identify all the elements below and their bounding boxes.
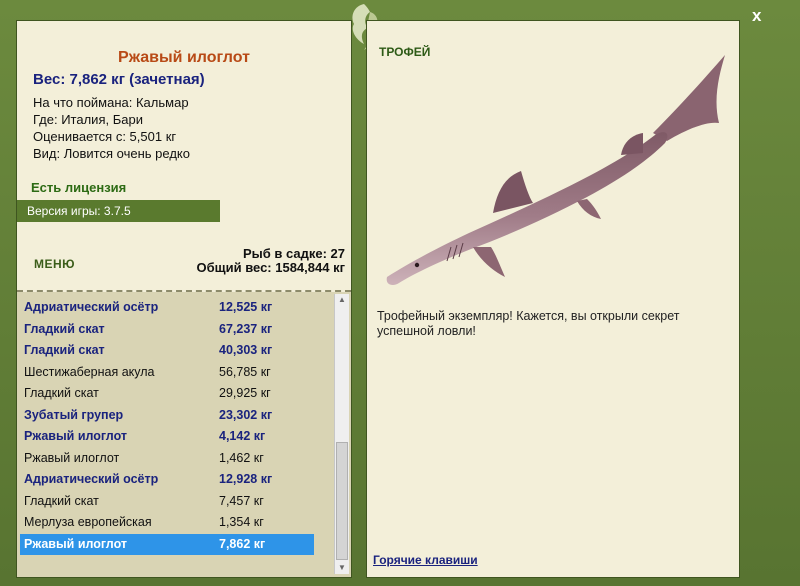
trophy-panel: ТРОФЕЙ Трофейный экземпляр! Кажется, вы … bbox=[366, 20, 740, 578]
hotkeys-link[interactable]: Горячие клавиши bbox=[373, 553, 478, 567]
fish-name: Гладкий скат bbox=[24, 386, 99, 400]
fish-name: Адриатический осётр bbox=[24, 300, 159, 314]
game-version: Версия игры: 3.7.5 bbox=[17, 200, 220, 222]
fish-name: Гладкий скат bbox=[24, 493, 99, 508]
list-item[interactable]: Шестижаберная акула 56,785 кг bbox=[20, 362, 314, 383]
fish-name: Шестижаберная акула bbox=[24, 364, 155, 379]
list-item[interactable]: Гладкий скат 7,457 кг bbox=[20, 491, 314, 512]
fish-name: Ржавый илоглот bbox=[24, 429, 128, 443]
catch-list: Адриатический осётр 12,525 кг Гладкий скат… bbox=[17, 292, 351, 577]
keeper-summary: Рыб в садке: 27 Общий вес: 1584,844 кг bbox=[196, 247, 345, 275]
list-item[interactable]: Гладкий скат 67,237 кг bbox=[20, 319, 314, 340]
fish-weight-value: 1,462 кг bbox=[219, 450, 264, 465]
fish-name: Гладкий скат bbox=[24, 343, 105, 357]
scroll-thumb[interactable] bbox=[336, 442, 348, 560]
list-item[interactable]: Зубатый групер 23,302 кг bbox=[20, 405, 314, 426]
fish-name: Гладкий скат bbox=[24, 321, 105, 336]
fish-weight-value: 1,354 кг bbox=[219, 515, 264, 529]
fish-weight: Вес: 7,862 кг (зачетная) bbox=[33, 71, 205, 88]
fish-weight-value: 4,142 кг bbox=[219, 429, 266, 443]
bait-info: На что поймана: Кальмар bbox=[33, 95, 189, 110]
fish-name: Ржавый илоглот bbox=[24, 536, 128, 551]
fish-name: Мерлуза европейская bbox=[24, 515, 152, 529]
list-item[interactable]: Ржавый илоглот 7,862 кг bbox=[20, 533, 314, 555]
fish-name: Адриатический осётр bbox=[24, 472, 159, 486]
fish-weight-value: 7,457 кг bbox=[219, 493, 264, 508]
list-item[interactable]: Ржавый илоглот 1,462 кг bbox=[20, 448, 314, 469]
rarity-info: Вид: Ловится очень редко bbox=[33, 146, 190, 161]
close-button[interactable]: x bbox=[752, 6, 761, 26]
scroll-up-icon[interactable]: ▲ bbox=[335, 294, 349, 306]
list-item[interactable]: Мерлуза европейская 1,354 кг bbox=[20, 512, 314, 533]
list-item[interactable]: Гладкий скат 40,303 кг bbox=[20, 340, 314, 361]
scroll-down-icon[interactable]: ▼ bbox=[335, 562, 349, 574]
fish-weight-value: 67,237 кг bbox=[219, 321, 273, 336]
fish-weight-value: 29,925 кг bbox=[219, 386, 271, 400]
fish-info-panel: Ржавый илоглот Вес: 7,862 кг (зачетная) … bbox=[16, 20, 352, 578]
keeper-total-weight: Общий вес: 1584,844 кг bbox=[196, 260, 345, 275]
list-item[interactable]: Гладкий скат 29,925 кг bbox=[20, 383, 314, 404]
fish-weight-value: 56,785 кг bbox=[219, 364, 271, 379]
fish-title: Ржавый илоглот bbox=[118, 49, 250, 66]
shark-image bbox=[386, 55, 725, 285]
valuation-info: Оценивается с: 5,501 кг bbox=[33, 129, 177, 144]
fish-weight-value: 40,303 кг bbox=[219, 343, 273, 357]
list-item[interactable]: Адриатический осётр 12,525 кг bbox=[20, 297, 314, 318]
scrollbar[interactable]: ▲ ▼ bbox=[334, 294, 349, 574]
fish-weight-value: 7,862 кг bbox=[219, 536, 266, 551]
list-item[interactable]: Ржавый илоглот 4,142 кг bbox=[20, 426, 314, 447]
keeper-count: Рыб в садке: 27 bbox=[242, 246, 345, 261]
location-info: Где: Италия, Бари bbox=[33, 112, 143, 127]
menu-button[interactable]: МЕНЮ bbox=[34, 257, 75, 271]
fish-name: Зубатый групер bbox=[24, 407, 124, 422]
fish-weight-value: 12,928 кг bbox=[219, 472, 273, 486]
fish-weight-value: 23,302 кг bbox=[219, 407, 273, 422]
license-status: Есть лицензия bbox=[31, 180, 127, 195]
fish-weight-value: 12,525 кг bbox=[219, 300, 273, 314]
trophy-message: Трофейный экземпляр! Кажется, вы открыли… bbox=[377, 309, 680, 338]
list-item[interactable]: Адриатический осётр 12,928 кг bbox=[20, 469, 314, 490]
fish-name: Ржавый илоглот bbox=[24, 450, 120, 465]
